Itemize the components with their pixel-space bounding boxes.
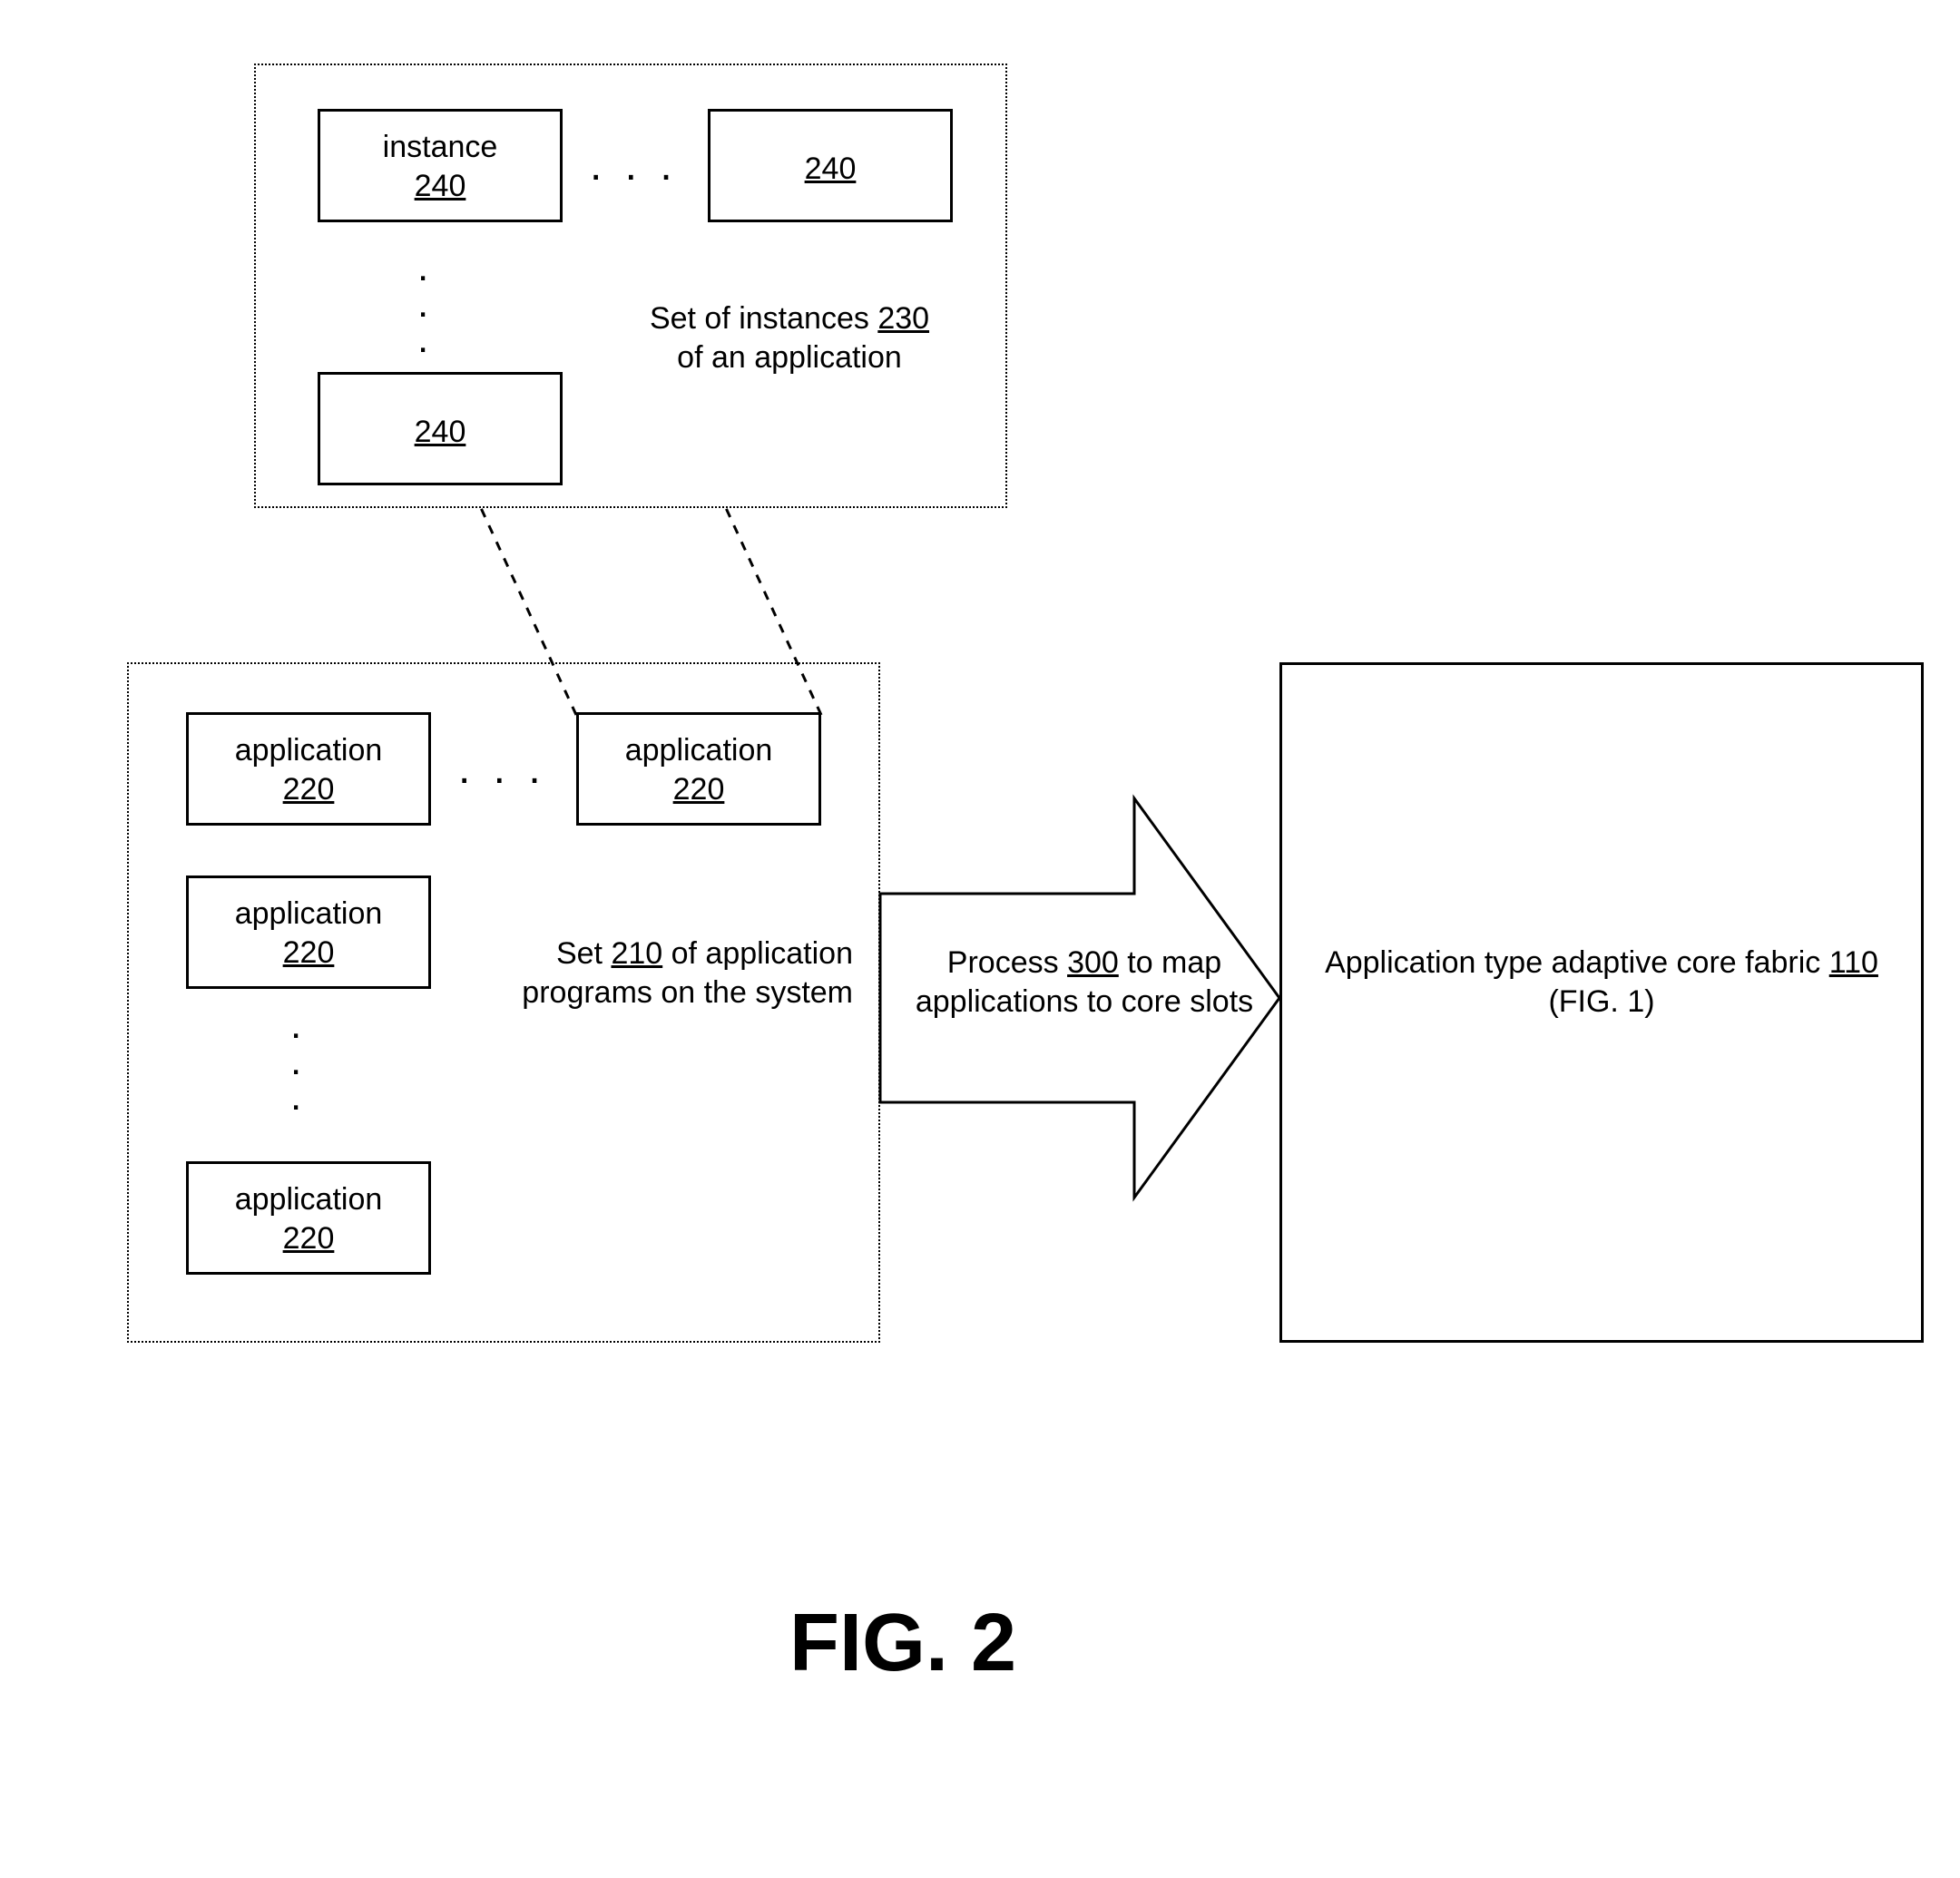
instance-ellipsis-v: ...	[417, 249, 434, 357]
application-ellipsis-v: ...	[290, 1007, 307, 1115]
applications-caption: Set 210 of application programs on the s…	[508, 934, 853, 1012]
instances-caption: Set of instances 230 of an application	[599, 299, 980, 377]
arrow-line2: applications to core slots	[916, 984, 1253, 1019]
application-label-3: application	[235, 896, 383, 931]
instance-ref-3: 240	[415, 415, 466, 449]
core-fabric-line2: (FIG. 1)	[1548, 984, 1654, 1019]
instances-caption-ref: 230	[877, 301, 929, 336]
core-fabric-ref: 110	[1829, 945, 1878, 980]
application-box-1: application 220	[186, 712, 431, 826]
applications-caption-ref: 210	[611, 936, 662, 971]
diagram-canvas: instance 240 . . . 240 ... 240 Set of in…	[0, 0, 1960, 1878]
application-box-3: application 220	[186, 875, 431, 989]
application-box-2: application 220	[576, 712, 821, 826]
application-ellipsis-h: . . .	[458, 758, 546, 781]
instance-label-1: instance	[383, 130, 498, 164]
application-ref-3: 220	[283, 935, 335, 970]
figure-caption: FIG. 2	[789, 1597, 1016, 1690]
instance-ellipsis-h: . . .	[590, 154, 678, 178]
instance-box-1: instance 240	[318, 109, 563, 222]
application-label-1: application	[235, 733, 383, 768]
arrow-line1-prefix: Process	[947, 945, 1067, 980]
instance-ref-1: 240	[415, 169, 466, 203]
arrow-label: Process 300 to map applications to core …	[894, 944, 1275, 1021]
arrow-line1-suffix: to map	[1119, 945, 1221, 980]
applications-caption-prefix: Set	[556, 936, 611, 971]
instances-caption-prefix: Set of instances	[650, 301, 877, 336]
application-ref-4: 220	[283, 1221, 335, 1256]
application-ref-1: 220	[283, 772, 335, 807]
application-box-4: application 220	[186, 1161, 431, 1275]
application-label-4: application	[235, 1182, 383, 1217]
application-label-2: application	[625, 733, 773, 768]
instance-box-2: 240	[708, 109, 953, 222]
core-fabric-caption: Application type adaptive core fabric 11…	[1298, 944, 1906, 1021]
instances-caption-suffix: of an application	[677, 340, 902, 375]
instance-box-3: 240	[318, 372, 563, 485]
arrow-line1-ref: 300	[1067, 945, 1119, 980]
application-ref-2: 220	[673, 772, 725, 807]
instance-ref-2: 240	[805, 152, 857, 186]
core-fabric-line1: Application type adaptive core fabric	[1325, 945, 1829, 980]
